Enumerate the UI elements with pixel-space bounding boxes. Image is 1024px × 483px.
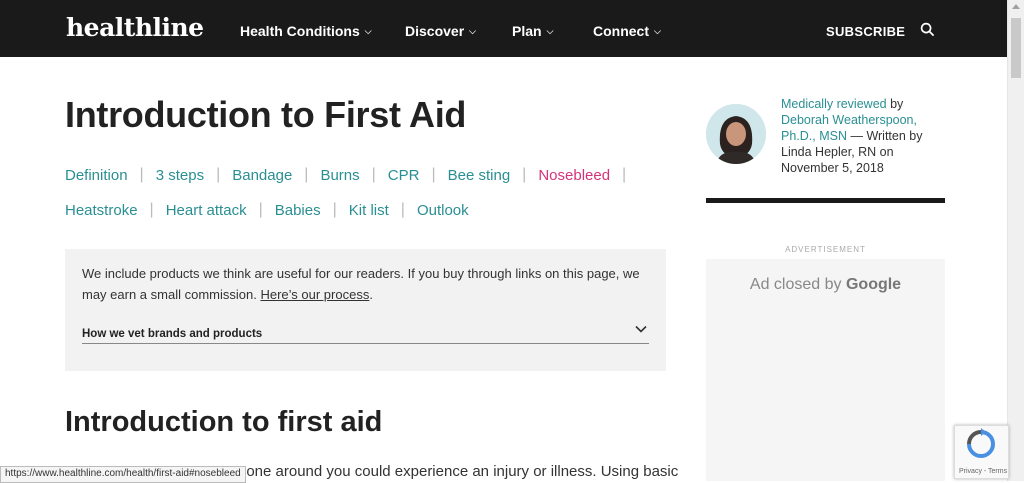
toc-link-cpr[interactable]: CPR (388, 167, 420, 184)
toc-divider: | (304, 166, 309, 183)
toc-link-heart-attack[interactable]: Heart attack (166, 202, 247, 219)
toc-divider: | (431, 166, 436, 183)
ad-container: Ad closed by Google (706, 259, 945, 481)
advertisement-label: ADVERTISEMENT (785, 245, 866, 254)
toc-divider: | (522, 166, 527, 183)
toc-divider: | (216, 166, 221, 183)
sidebar-divider (706, 198, 945, 203)
toc-link-outlook[interactable]: Outlook (417, 202, 469, 219)
toc-link-3-steps[interactable]: 3 steps (156, 167, 204, 184)
chevron-down-icon: ⌵ (546, 26, 554, 36)
chevron-down-icon[interactable] (635, 323, 647, 335)
toc-link-bee-sting[interactable]: Bee sting (448, 167, 511, 184)
toc-divider: | (258, 201, 263, 218)
nav-plan[interactable]: Plan ⌵ (512, 23, 553, 39)
scrollbar-thumb[interactable] (1011, 18, 1021, 78)
reviewer-avatar[interactable] (706, 104, 766, 164)
toc-link-definition[interactable]: Definition (65, 167, 128, 184)
toc-link-burns[interactable]: Burns (320, 167, 359, 184)
article-body-text: eone around you could experience an inju… (238, 463, 679, 480)
search-icon[interactable] (920, 22, 935, 37)
recaptcha-badge[interactable]: Privacy - Terms (954, 425, 1009, 479)
browser-status-url: https://www.healthline.com/health/first-… (0, 466, 246, 483)
page-title: Introduction to First Aid (65, 94, 467, 135)
reviewer-photo (706, 104, 766, 164)
nav-connect[interactable]: Connect ⌵ (593, 23, 661, 39)
our-process-link[interactable]: Here’s our process (260, 287, 369, 302)
toc-link-heatstroke[interactable]: Heatstroke (65, 202, 138, 219)
google-logo: Google (845, 276, 902, 293)
nav-health-conditions[interactable]: Health Conditions ⌵ (240, 23, 372, 39)
section-heading: Introduction to first aid (65, 406, 383, 438)
toc-link-nosebleed[interactable]: Nosebleed (538, 167, 610, 184)
toc-divider: | (400, 201, 405, 218)
affiliate-disclosure-box: We include products we think are useful … (65, 249, 666, 371)
toc-link-babies[interactable]: Babies (275, 202, 321, 219)
vet-brands-accordion[interactable]: How we vet brands and products (82, 324, 649, 344)
toc-divider: | (622, 166, 627, 183)
chevron-down-icon: ⌵ (469, 26, 476, 36)
healthline-logo[interactable]: healthline (66, 13, 204, 42)
table-of-contents-row-2: Heatstroke | Heart attack | Babies | Kit li… (65, 201, 469, 219)
toc-divider: | (332, 201, 337, 218)
subscribe-button[interactable]: SUBSCRIBE (826, 24, 905, 39)
toc-link-bandage[interactable]: Bandage (232, 167, 292, 184)
top-nav-bar: healthline Health Conditions ⌵ Discover ⌵ … (0, 0, 1007, 57)
toc-divider: | (149, 201, 154, 218)
disclosure-text: We include products we think are useful … (82, 266, 640, 302)
medically-reviewed-link[interactable]: Medically reviewed (781, 97, 887, 111)
recaptcha-icon (967, 428, 995, 458)
review-byline: Medically reviewed by Deborah Weatherspo… (781, 97, 923, 175)
toc-divider: | (371, 166, 376, 183)
toc-divider: | (139, 166, 144, 183)
vet-brands-label: How we vet brands and products (82, 328, 263, 340)
page-scrollbar[interactable] (1007, 0, 1024, 481)
scroll-up-icon[interactable] (1012, 4, 1020, 9)
ad-closed-message: Ad closed by Google (749, 276, 902, 293)
chevron-down-icon: ⌵ (654, 26, 661, 36)
nav-discover[interactable]: Discover ⌵ (405, 23, 476, 39)
toc-link-kit-list[interactable]: Kit list (349, 202, 389, 219)
table-of-contents-row-1: Definition | 3 steps | Bandage | Burns | CPR… (65, 166, 638, 184)
recaptcha-terms[interactable]: Privacy - Terms (959, 468, 1007, 475)
chevron-down-icon: ⌵ (364, 26, 372, 36)
